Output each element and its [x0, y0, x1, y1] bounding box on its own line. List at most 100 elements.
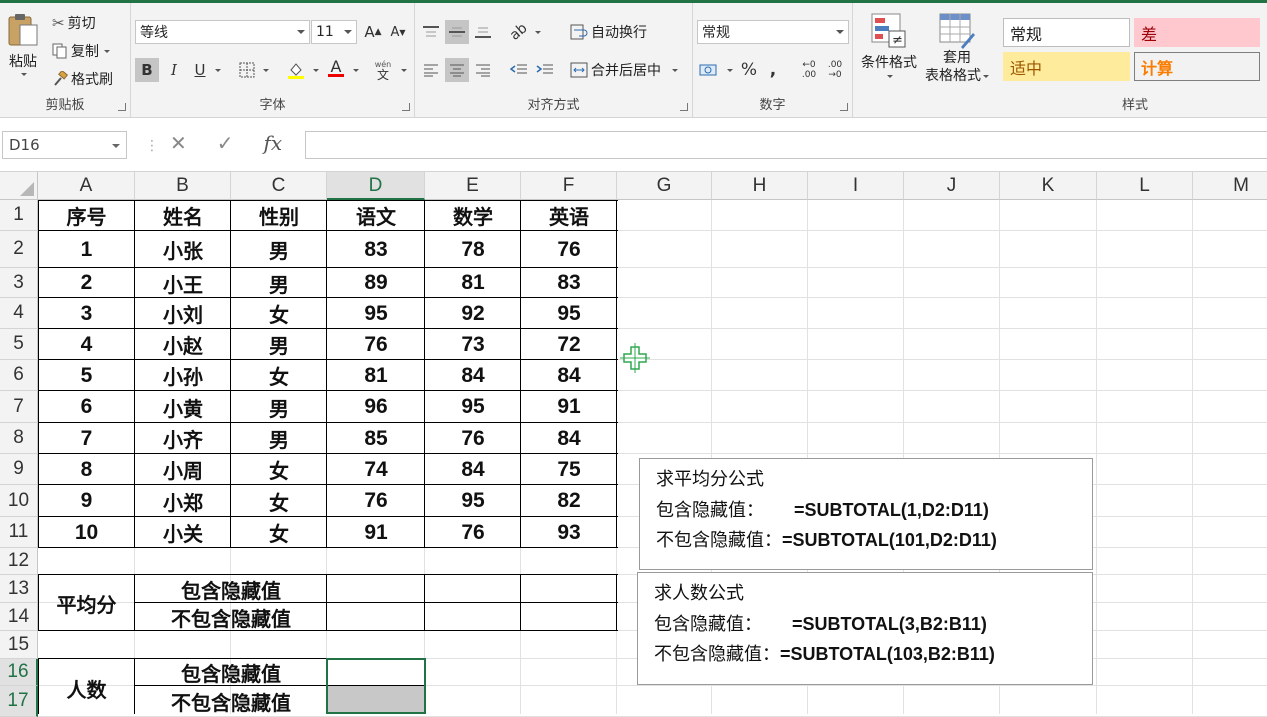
- avg-exclude-hidden-cell[interactable]: 不包含隐藏值: [135, 603, 327, 631]
- table-cell[interactable]: 83: [327, 231, 425, 268]
- font-color-dropdown-icon[interactable]: [353, 69, 359, 72]
- table-cell[interactable]: 95: [425, 391, 521, 423]
- table-cell[interactable]: 78: [425, 231, 521, 268]
- font-size-combo[interactable]: 11: [311, 20, 357, 44]
- row-header-6[interactable]: 6: [0, 360, 38, 391]
- row-header-13[interactable]: 13: [0, 575, 38, 603]
- row-header-1[interactable]: 1: [0, 200, 38, 231]
- fill-color-dropdown-icon[interactable]: [313, 69, 319, 72]
- column-header-h[interactable]: H: [712, 172, 808, 200]
- bold-button[interactable]: B: [135, 58, 159, 82]
- paste-dropdown-icon[interactable]: [21, 73, 27, 76]
- name-box[interactable]: D16: [2, 131, 127, 159]
- column-header-l[interactable]: L: [1097, 172, 1193, 200]
- row-header-5[interactable]: 5: [0, 329, 38, 360]
- font-name-combo[interactable]: 等线: [135, 20, 310, 44]
- align-bottom-button[interactable]: [471, 20, 495, 44]
- count-formula-note[interactable]: 求人数公式 包含隐藏值： =SUBTOTAL(3,B2:B11) 不包含隐藏值：=SU…: [637, 572, 1093, 685]
- column-header-e[interactable]: E: [425, 172, 521, 200]
- shrink-font-button[interactable]: A ▼: [386, 20, 410, 44]
- table-cell[interactable]: 7: [38, 423, 135, 454]
- table-cell[interactable]: 小孙: [135, 360, 231, 391]
- wrap-text-button[interactable]: 自动换行: [570, 22, 647, 42]
- table-header-cell[interactable]: 英语: [521, 200, 617, 231]
- count-include-hidden-cell[interactable]: 包含隐藏值: [135, 659, 327, 686]
- row-header-7[interactable]: 7: [0, 391, 38, 423]
- table-header-cell[interactable]: 数学: [425, 200, 521, 231]
- orientation-dropdown-icon[interactable]: [535, 31, 541, 34]
- decrease-indent-button[interactable]: [507, 58, 531, 82]
- table-cell[interactable]: 小郑: [135, 485, 231, 517]
- style-normal[interactable]: 常规: [1003, 18, 1130, 47]
- font-size-dropdown-icon[interactable]: [344, 30, 352, 34]
- row-header-14[interactable]: 14: [0, 603, 38, 631]
- count-exclude-hidden-cell[interactable]: 不包含隐藏值: [135, 686, 327, 717]
- table-cell[interactable]: 89: [327, 268, 425, 298]
- table-cell[interactable]: 95: [327, 298, 425, 329]
- insert-function-icon[interactable]: fx: [264, 131, 283, 155]
- table-header-cell[interactable]: 性别: [231, 200, 327, 231]
- table-cell[interactable]: 4: [38, 329, 135, 360]
- conditional-format-dropdown-icon[interactable]: [887, 75, 893, 78]
- row-header-11[interactable]: 11: [0, 517, 38, 548]
- table-cell[interactable]: 女: [231, 298, 327, 329]
- font-launcher-icon[interactable]: [402, 103, 410, 111]
- table-cell[interactable]: 男: [231, 231, 327, 268]
- column-header-f[interactable]: F: [521, 172, 617, 200]
- column-header-i[interactable]: I: [808, 172, 904, 200]
- clipboard-launcher-icon[interactable]: [118, 103, 126, 111]
- table-cell[interactable]: 女: [231, 485, 327, 517]
- row-header-16[interactable]: 16: [0, 659, 38, 686]
- column-header-m[interactable]: M: [1193, 172, 1267, 200]
- align-center-button[interactable]: [445, 58, 469, 82]
- table-cell[interactable]: 5: [38, 360, 135, 391]
- table-cell[interactable]: 小刘: [135, 298, 231, 329]
- select-all-button[interactable]: [0, 172, 38, 200]
- merge-center-button[interactable]: 合并后居中: [570, 60, 678, 80]
- table-cell[interactable]: 小黄: [135, 391, 231, 423]
- number-format-combo[interactable]: 常规: [697, 20, 849, 44]
- align-middle-button[interactable]: [445, 20, 469, 44]
- table-cell[interactable]: 92: [425, 298, 521, 329]
- row-header-9[interactable]: 9: [0, 454, 38, 485]
- align-left-button[interactable]: [419, 58, 443, 82]
- table-cell[interactable]: 男: [231, 391, 327, 423]
- column-header-k[interactable]: K: [1000, 172, 1097, 200]
- table-cell[interactable]: 76: [425, 517, 521, 548]
- format-painter-button[interactable]: 格式刷: [52, 69, 113, 89]
- column-header-a[interactable]: A: [38, 172, 135, 200]
- copy-dropdown-icon[interactable]: [104, 49, 110, 53]
- accounting-button[interactable]: [697, 58, 721, 82]
- table-cell[interactable]: 3: [38, 298, 135, 329]
- table-cell[interactable]: 76: [425, 423, 521, 454]
- paste-button[interactable]: 粘贴: [6, 11, 40, 76]
- table-cell[interactable]: 81: [425, 268, 521, 298]
- table-cell[interactable]: 小齐: [135, 423, 231, 454]
- count-label-cell[interactable]: 人数: [38, 659, 135, 717]
- row-header-17[interactable]: 17: [0, 686, 38, 717]
- average-formula-note[interactable]: 求平均分公式 包含隐藏值： =SUBTOTAL(1,D2:D11) 不包含隐藏值：=S…: [639, 458, 1093, 570]
- column-header-d[interactable]: D: [327, 172, 425, 200]
- accounting-dropdown-icon[interactable]: [727, 69, 733, 72]
- row-header-15[interactable]: 15: [0, 631, 38, 659]
- table-cell[interactable]: 76: [521, 231, 617, 268]
- table-cell[interactable]: 81: [327, 360, 425, 391]
- column-header-c[interactable]: C: [231, 172, 327, 200]
- table-cell[interactable]: 75: [521, 454, 617, 485]
- table-cell[interactable]: 91: [327, 517, 425, 548]
- table-cell[interactable]: 2: [38, 268, 135, 298]
- table-cell[interactable]: 76: [327, 329, 425, 360]
- avg-label-cell[interactable]: 平均分: [38, 575, 135, 631]
- table-cell[interactable]: 女: [231, 517, 327, 548]
- row-header-12[interactable]: 12: [0, 548, 38, 575]
- selected-cell-d16[interactable]: [326, 658, 426, 714]
- table-cell[interactable]: 72: [521, 329, 617, 360]
- table-cell[interactable]: 小关: [135, 517, 231, 548]
- table-cell[interactable]: 小赵: [135, 329, 231, 360]
- table-cell[interactable]: 84: [521, 360, 617, 391]
- italic-button[interactable]: I: [162, 58, 186, 82]
- row-header-8[interactable]: 8: [0, 423, 38, 454]
- table-cell[interactable]: 9: [38, 485, 135, 517]
- font-name-dropdown-icon[interactable]: [297, 30, 305, 34]
- table-cell[interactable]: 91: [521, 391, 617, 423]
